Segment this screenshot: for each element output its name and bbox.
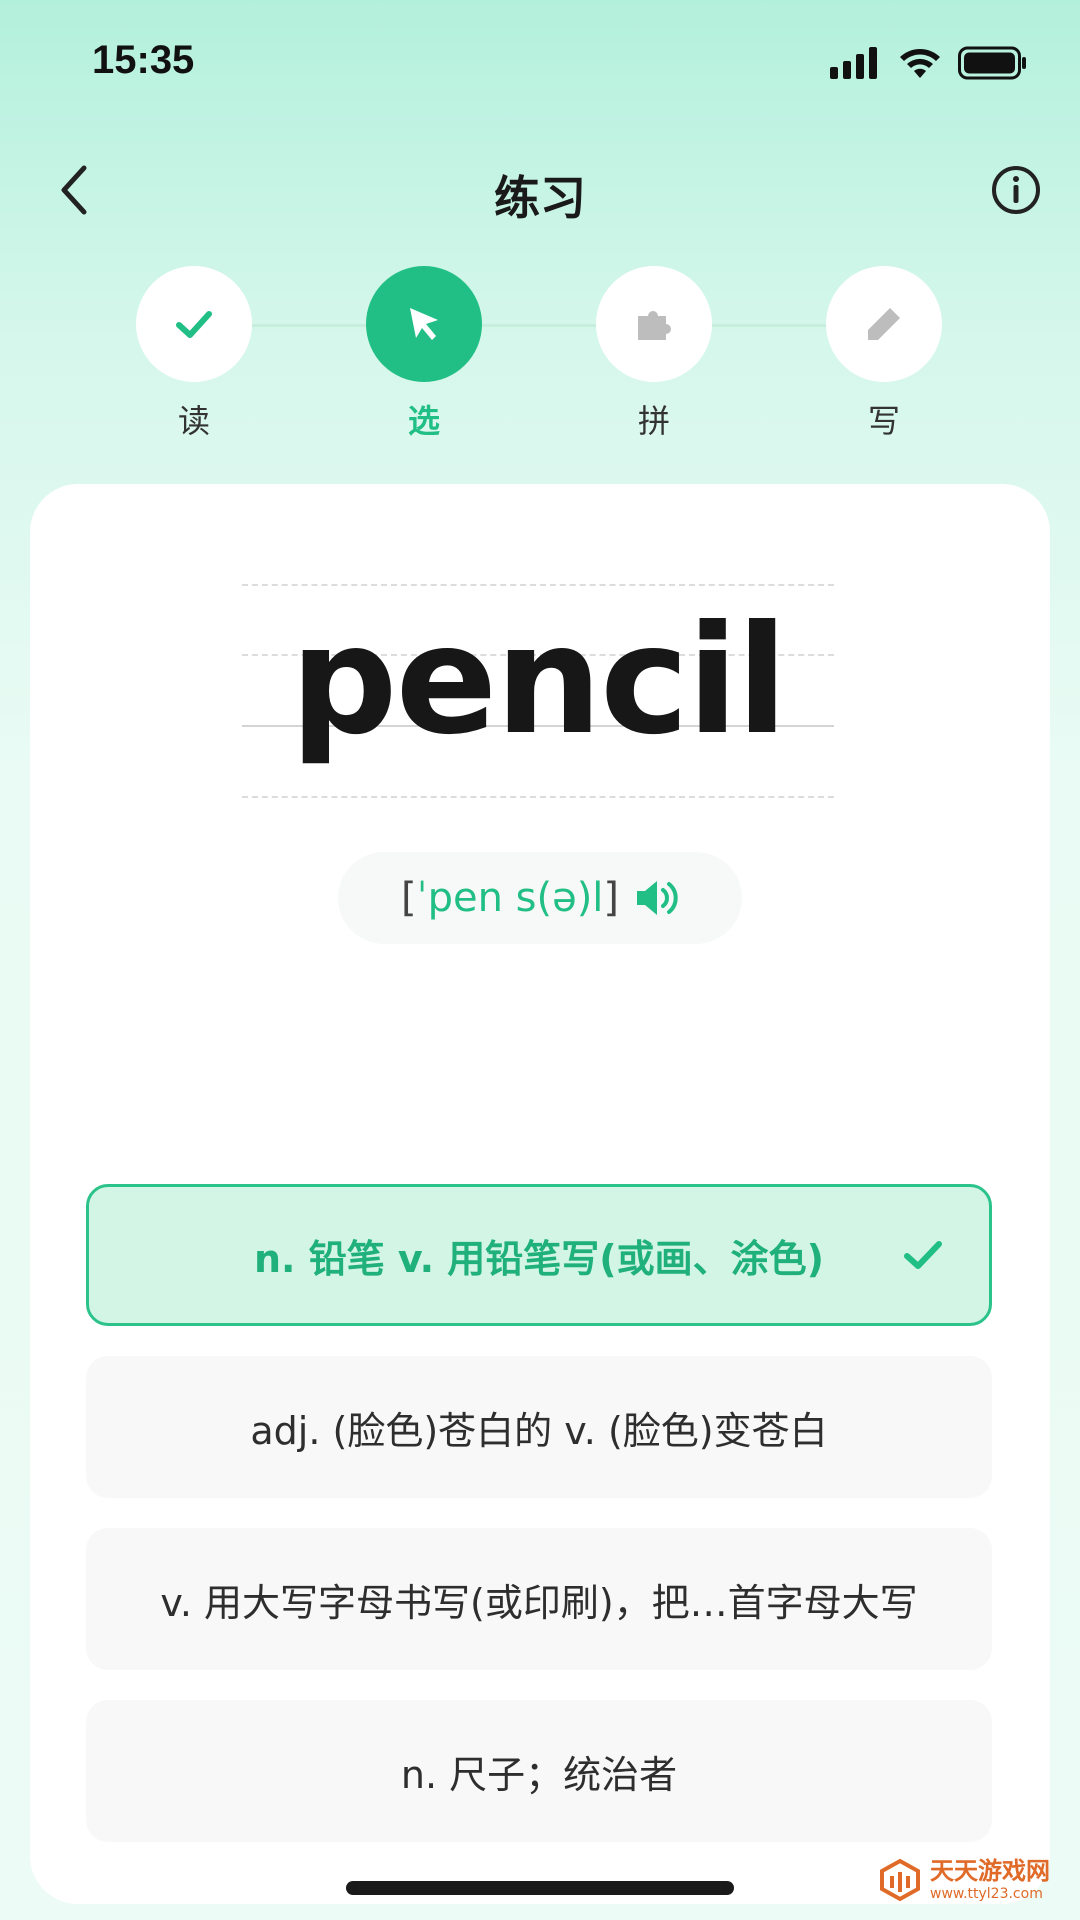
progress-stepper: 读 选 拼 写: [0, 266, 1080, 446]
step-label: 选: [407, 402, 440, 440]
watermark-logo-icon: [880, 1858, 920, 1902]
step-read[interactable]: 读: [136, 266, 252, 442]
pencil-icon: [868, 308, 900, 340]
check-icon: [176, 311, 212, 338]
watermark-name: 天天游戏网: [930, 1857, 1050, 1885]
option-text: v. 用大写字母书写(或印刷)，把…首字母大写: [160, 1580, 918, 1625]
option-3[interactable]: v. 用大写字母书写(或印刷)，把…首字母大写: [86, 1528, 992, 1670]
word-area: pencil: [242, 584, 834, 804]
guide-line: [242, 796, 834, 798]
puzzle-icon: [638, 311, 671, 340]
watermark-text: 天天游戏网 www.ttyl23.com: [930, 1859, 1050, 1901]
status-bar: 15:35: [0, 0, 1080, 130]
option-text: n. 尺子；统治者: [400, 1752, 678, 1797]
option-text: n. 铅笔 v. 用铅笔写(或画、涂色): [253, 1236, 825, 1281]
speaker-icon[interactable]: [633, 877, 679, 919]
option-2[interactable]: adj. (脸色)苍白的 v. (脸色)变苍白: [86, 1356, 992, 1498]
target-word: pencil: [290, 594, 788, 768]
step-spell[interactable]: 拼: [596, 266, 712, 442]
step-label: 读: [177, 402, 210, 440]
step-select[interactable]: 选: [366, 266, 482, 442]
phonetic-ipa: ˈpen s(ə)l: [416, 875, 604, 921]
step-circle: [826, 266, 942, 382]
status-time: 15:35: [92, 38, 195, 82]
watermark-url: www.ttyl23.com: [930, 1886, 1043, 1902]
step-circle: [596, 266, 712, 382]
step-label: 写: [867, 402, 900, 440]
cursor-icon: [410, 308, 438, 340]
step-circle: [366, 266, 482, 382]
guide-line: [242, 584, 834, 586]
home-indicator[interactable]: [346, 1881, 734, 1895]
step-connector: [252, 324, 852, 327]
step-circle: [136, 266, 252, 382]
signal-icon: [830, 47, 877, 79]
phonetic-bracket: [: [400, 875, 417, 921]
watermark: 天天游戏网 www.ttyl23.com: [878, 1858, 1050, 1902]
status-icons: [830, 46, 1028, 80]
check-icon: [904, 1241, 942, 1269]
option-1[interactable]: n. 铅笔 v. 用铅笔写(或画、涂色): [86, 1184, 992, 1326]
battery-icon: [958, 46, 1026, 80]
option-4[interactable]: n. 尺子；统治者: [86, 1700, 992, 1842]
phonetic-pill[interactable]: [ˈpen s(ə)l]: [338, 852, 742, 944]
step-write[interactable]: 写: [826, 266, 942, 442]
nav-bar: 练习: [0, 150, 1080, 230]
wifi-icon: [900, 49, 940, 78]
phonetic-bracket: ]: [603, 875, 620, 921]
option-text: adj. (脸色)苍白的 v. (脸色)变苍白: [250, 1408, 828, 1453]
practice-card: pencil [ˈpen s(ə)l] n. 铅笔 v. 用铅笔写(或画、涂色)…: [30, 484, 1050, 1904]
phonetic-text: [ˈpen s(ə)l]: [401, 875, 619, 921]
step-label: 拼: [637, 402, 670, 440]
page-title: 练习: [494, 171, 586, 225]
info-circle-icon[interactable]: [990, 164, 1042, 216]
